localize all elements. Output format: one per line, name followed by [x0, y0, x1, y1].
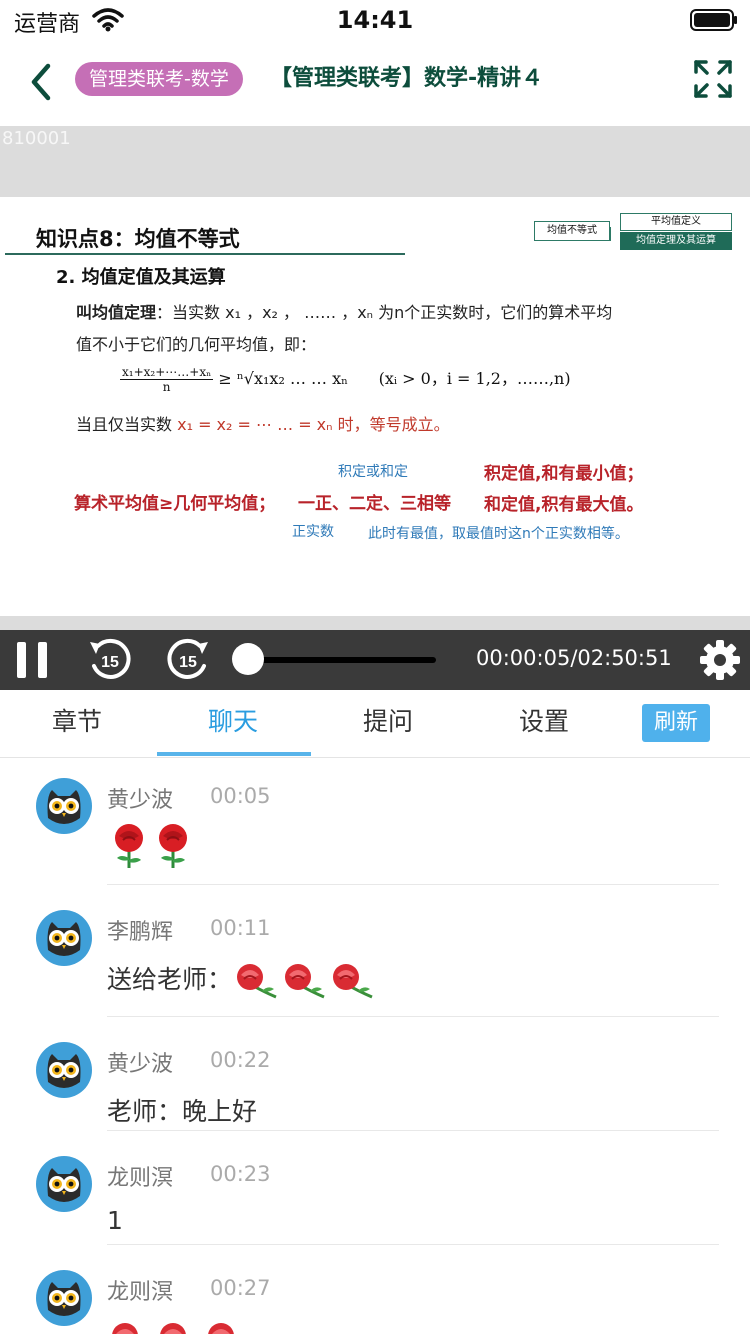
slide-heading: 知识点8：均值不等式 — [36, 227, 240, 251]
slide-line-2: 值不小于它们的几何平均值，即： — [76, 335, 317, 354]
chat-timestamp: 00:22 — [210, 1048, 271, 1072]
pause-icon[interactable] — [14, 638, 50, 682]
chat-divider — [107, 884, 719, 885]
owl-avatar — [36, 778, 92, 834]
chat-text-content: 送给老师： — [107, 965, 233, 994]
slide-key-max: 和定值,积有最大值。 — [484, 495, 644, 515]
slide-formula: x₁+x₂+⋯…+xₙ n ≥ ⁿ√x₁x₂ … … xₙ (xᵢ > 0，i … — [120, 365, 571, 394]
rose-emoji-icon — [115, 824, 143, 868]
status-time: 14:41 — [336, 6, 414, 34]
mindmap-node-root: 均值不等式 — [534, 221, 610, 241]
rose-emoji-icon — [333, 964, 373, 999]
chat-text — [107, 1320, 251, 1334]
mindmap-node-theorem: 均值定理及其运算 — [620, 232, 732, 250]
chat-list[interactable]: 黄少波 00:05 李鹏辉 00:11 送给老师： 黄少波 00:22 老师：晚上好龙则溟 00… — [0, 758, 750, 1334]
rose-emoji-icon — [285, 964, 325, 999]
chat-text-content: 老师：晚上好 — [107, 1097, 258, 1126]
slide-equality: x₁ = x₂ = ⋯ … = xₙ — [177, 415, 333, 434]
chat-username: 黄少波 — [107, 1052, 174, 1077]
formula-denominator: n — [162, 380, 171, 394]
progress-track[interactable] — [248, 657, 436, 663]
chat-timestamp: 00:27 — [210, 1276, 271, 1300]
rewind-label: 15 — [101, 654, 119, 671]
active-tab-indicator — [157, 752, 311, 756]
slide-subheading: 2. 均值定值及其运算 — [56, 267, 226, 288]
chat-username: 龙则溟 — [107, 1280, 174, 1305]
mindmap-node-definition: 平均值定义 — [620, 213, 732, 231]
status-bar: 运营商 14:41 — [0, 0, 750, 44]
tab-bar: 章节 聊天 提问 设置 刷新 — [0, 690, 750, 758]
playback-time: 00:00:05/02:50:51 — [476, 646, 672, 670]
rose-emoji-icon — [208, 1323, 234, 1334]
chat-username: 李鹏辉 — [107, 920, 174, 945]
slide-key-inequality: 算术平均值≥几何平均值； — [74, 494, 276, 514]
chat-timestamp: 00:05 — [210, 784, 271, 808]
slide-key-conditions: 一正、二定、三相等 — [298, 494, 451, 514]
forward-label: 15 — [179, 654, 197, 671]
slide-line-3-prefix: 当且仅当实数 — [76, 415, 178, 434]
rose-emoji-icon — [160, 1323, 186, 1334]
slide-line-1: 叫均值定理：当实数 x₁ ，x₂ ， …… ，xₙ 为n个正实数时，它们的算术平… — [76, 299, 612, 323]
formula-numerator: x₁+x₂+⋯…+xₙ — [120, 365, 214, 380]
forward-15-icon[interactable]: 15 — [164, 636, 212, 684]
mindmap-connector — [610, 227, 620, 241]
page-title: 【管理类联考】数学-精讲４ — [270, 66, 544, 91]
formula-rhs: ≥ ⁿ√x₁x₂ … … xₙ — [218, 369, 349, 388]
tab-chapters[interactable]: 章节 — [2, 690, 152, 758]
owl-avatar — [36, 1156, 92, 1212]
chat-text — [107, 822, 195, 870]
battery-icon — [690, 9, 737, 31]
chat-timestamp: 00:11 — [210, 916, 271, 940]
slide-note-extremum: 此时有最值，取最值时这n个正实数相等。 — [368, 526, 629, 542]
slide-line-3: 当且仅当实数 x₁ = x₂ = ⋯ … = xₙ 时，等号成立。 — [76, 411, 450, 435]
owl-avatar — [36, 1270, 92, 1326]
slide-line-1-rest: ：当实数 x₁ ，x₂ ， …… ，xₙ 为n个正实数时，它们的算术平均 — [156, 303, 613, 322]
settings-gear-icon[interactable] — [698, 638, 742, 682]
chat-text: 送给老师： — [107, 960, 376, 1001]
refresh-button[interactable]: 刷新 — [642, 704, 710, 742]
lecture-slide: 知识点8：均值不等式 均值不等式 平均值定义 均值定理及其运算 2. 均值定值及… — [0, 197, 750, 616]
slide-equality-suffix: 时，等号成立。 — [332, 415, 450, 434]
fullscreen-icon[interactable] — [692, 58, 734, 100]
chat-divider — [107, 1130, 719, 1131]
tab-questions[interactable]: 提问 — [313, 690, 463, 758]
chat-username: 龙则溟 — [107, 1166, 174, 1191]
progress-knob[interactable] — [232, 643, 264, 675]
chat-text-content: 1 — [107, 1206, 123, 1235]
chat-text: 1 — [107, 1206, 123, 1235]
chat-timestamp: 00:23 — [210, 1162, 271, 1186]
rose-emoji-icon — [159, 824, 187, 868]
owl-avatar — [36, 1042, 92, 1098]
video-player[interactable]: 810001 知识点8：均值不等式 均值不等式 平均值定义 均值定理及其运算 2… — [0, 126, 750, 630]
slide-note-positive: 正实数 — [292, 524, 334, 540]
owl-avatar — [36, 910, 92, 966]
slide-heading-rule — [5, 253, 405, 255]
back-icon[interactable] — [22, 62, 62, 102]
chat-divider — [107, 1244, 719, 1245]
slide-note-product-sum: 积定或和定 — [338, 464, 408, 480]
rose-emoji-icon — [237, 964, 277, 999]
slide-term: 叫均值定理 — [76, 303, 157, 322]
player-controls: 15 15 00:00:05/02:50:51 — [0, 630, 750, 690]
chat-text: 老师：晚上好 — [107, 1092, 257, 1128]
slide-key-min: 积定值,和有最小值； — [484, 464, 644, 484]
video-watermark-id: 810001 — [2, 128, 71, 149]
course-tag: 管理类联考-数学 — [75, 62, 243, 96]
tab-chat[interactable]: 聊天 — [158, 690, 308, 758]
chat-divider — [107, 1016, 719, 1017]
tab-settings[interactable]: 设置 — [469, 690, 619, 758]
rewind-15-icon[interactable]: 15 — [86, 636, 134, 684]
rose-emoji-icon — [112, 1323, 138, 1334]
formula-fraction: x₁+x₂+⋯…+xₙ n — [120, 365, 214, 394]
chat-username: 黄少波 — [107, 788, 174, 813]
formula-condition: (xᵢ > 0，i = 1,2，……,n) — [378, 369, 571, 388]
title-bar: 管理类联考-数学 【管理类联考】数学-精讲４ — [0, 44, 750, 126]
